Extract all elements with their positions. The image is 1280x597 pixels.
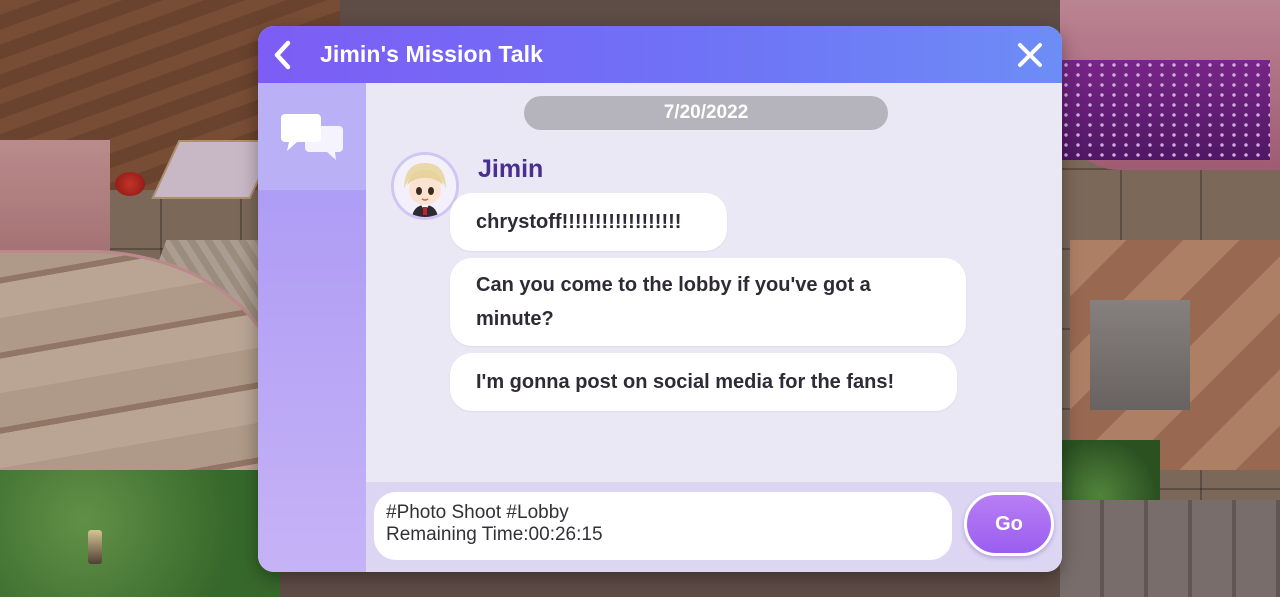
sender-avatar xyxy=(391,152,459,220)
message-bubble: chrystoff!!!!!!!!!!!!!!!!!! xyxy=(450,193,727,251)
tab-chat[interactable] xyxy=(258,83,366,190)
message-bubble: I'm gonna post on social media for the f… xyxy=(450,353,957,411)
mission-info: #Photo Shoot #Lobby Remaining Time:00:26… xyxy=(374,492,952,560)
mission-footer: #Photo Shoot #Lobby Remaining Time:00:26… xyxy=(366,482,1062,572)
close-button[interactable] xyxy=(1012,37,1048,73)
mission-talk-dialog: Jimin's Mission Talk 7/20/2022 Jimin chr… xyxy=(258,26,1062,572)
go-button[interactable]: Go xyxy=(964,492,1054,556)
sender-name: Jimin xyxy=(478,155,544,183)
chevron-left-icon xyxy=(274,40,291,69)
remaining-time: Remaining Time:00:26:15 xyxy=(386,524,603,545)
close-icon xyxy=(1018,43,1042,67)
dialog-title: Jimin's Mission Talk xyxy=(320,41,544,67)
message-bubble: Can you come to the lobby if you've got … xyxy=(450,258,966,346)
mission-tags: #Photo Shoot #Lobby xyxy=(386,502,569,523)
chat-area: 7/20/2022 Jimin chrystoff!!!!!!!!!!!!!!!… xyxy=(366,83,1062,482)
back-button[interactable] xyxy=(258,26,308,83)
dialog-header: Jimin's Mission Talk xyxy=(258,26,1062,83)
chat-bubbles-icon xyxy=(281,113,343,160)
character-avatar xyxy=(394,155,456,217)
date-divider: 7/20/2022 xyxy=(524,96,888,130)
sidebar xyxy=(258,83,366,572)
